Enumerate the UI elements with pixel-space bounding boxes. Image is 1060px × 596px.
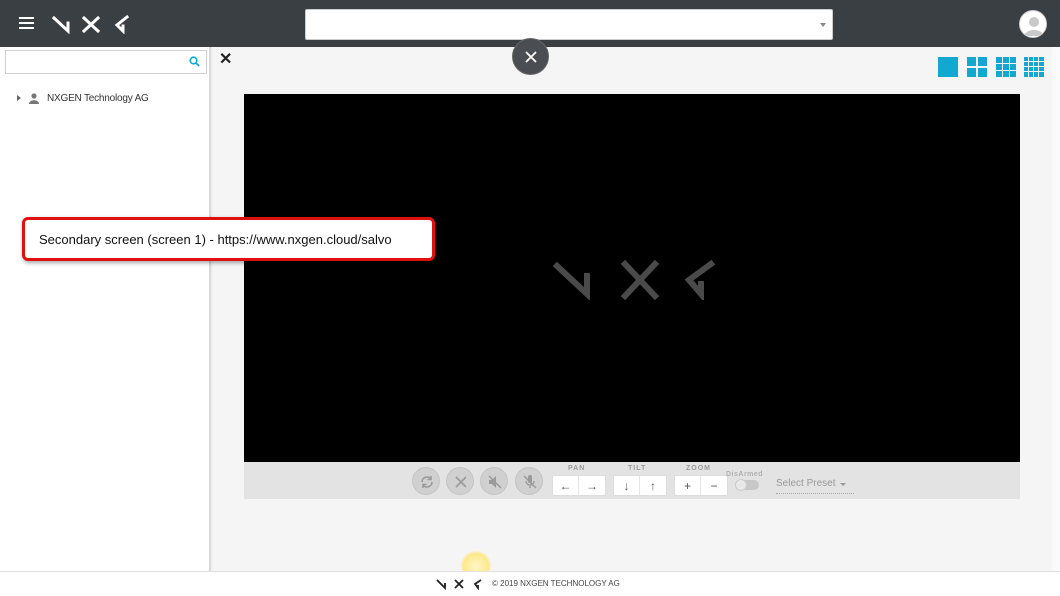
microphone-button[interactable]: [515, 467, 543, 495]
refresh-icon: [421, 476, 433, 488]
mute-icon: [488, 475, 502, 489]
pan-label: PAN: [568, 465, 586, 472]
preset-select-value: Select Preset: [776, 478, 836, 489]
arm-toggle[interactable]: [735, 479, 759, 491]
close-icon: [525, 51, 537, 63]
mic-off-icon: [523, 475, 537, 489]
pan-right-button[interactable]: →: [579, 476, 605, 495]
tilt-up-button[interactable]: ↑: [640, 476, 666, 495]
camera-select[interactable]: [305, 9, 833, 40]
nxg-logo-watermark: [552, 259, 716, 300]
tilt-controls: ↓ ↑: [613, 475, 667, 496]
hamburger-icon[interactable]: [19, 17, 34, 29]
video-tile[interactable]: [244, 94, 1020, 462]
search-icon[interactable]: [189, 56, 200, 67]
armed-status-label: DisArmed: [726, 471, 764, 478]
tree-item-label: NXGEN Technology AG: [47, 92, 149, 104]
sidebar-search-input[interactable]: [5, 50, 207, 74]
stop-button[interactable]: [446, 467, 474, 495]
user-avatar-icon[interactable]: [1019, 10, 1047, 38]
close-icon: [455, 476, 467, 488]
grid-1-icon[interactable]: [938, 57, 958, 77]
user-icon: [29, 92, 39, 104]
floating-close-button[interactable]: [512, 38, 549, 75]
tilt-label: TILT: [628, 465, 647, 472]
pan-controls: ← →: [552, 475, 606, 496]
nxg-logo-footer: [436, 579, 482, 590]
scrollbar[interactable]: [1052, 47, 1060, 571]
toggle-knob: [735, 479, 747, 491]
mute-button[interactable]: [480, 467, 508, 495]
sidebar: NXGEN Technology AG: [0, 47, 211, 571]
tilt-down-button[interactable]: ↓: [614, 476, 640, 495]
close-icon[interactable]: ✕: [219, 52, 232, 68]
copyright-text: © 2019 NXGEN TECHNOLOGY AG: [492, 579, 620, 588]
caret-right-icon[interactable]: [17, 95, 21, 101]
pan-left-button[interactable]: ←: [553, 476, 579, 495]
tree-item-nxgen[interactable]: NXGEN Technology AG: [17, 91, 149, 105]
chevron-down-icon: [840, 483, 846, 486]
zoom-in-button[interactable]: +: [675, 476, 701, 495]
nxg-logo[interactable]: [51, 14, 131, 34]
preset-select[interactable]: Select Preset: [776, 478, 854, 494]
grid-16-icon[interactable]: [1024, 57, 1044, 77]
grid-4-icon[interactable]: [967, 57, 987, 77]
footer: © 2019 NXGEN TECHNOLOGY AG: [0, 571, 1060, 596]
callout-text: Secondary screen (screen 1) - https://ww…: [39, 232, 392, 247]
zoom-out-button[interactable]: −: [701, 476, 727, 495]
zoom-controls: + −: [674, 475, 728, 496]
refresh-button[interactable]: [412, 467, 440, 495]
zoom-label: ZOOM: [686, 465, 711, 472]
video-controls: PAN ← → TILT ↓ ↑ ZOOM + − DisArmed Selec…: [244, 462, 1020, 499]
grid-9-icon[interactable]: [996, 57, 1016, 77]
chevron-down-icon: [820, 23, 826, 27]
annotation-callout: Secondary screen (screen 1) - https://ww…: [22, 217, 435, 261]
